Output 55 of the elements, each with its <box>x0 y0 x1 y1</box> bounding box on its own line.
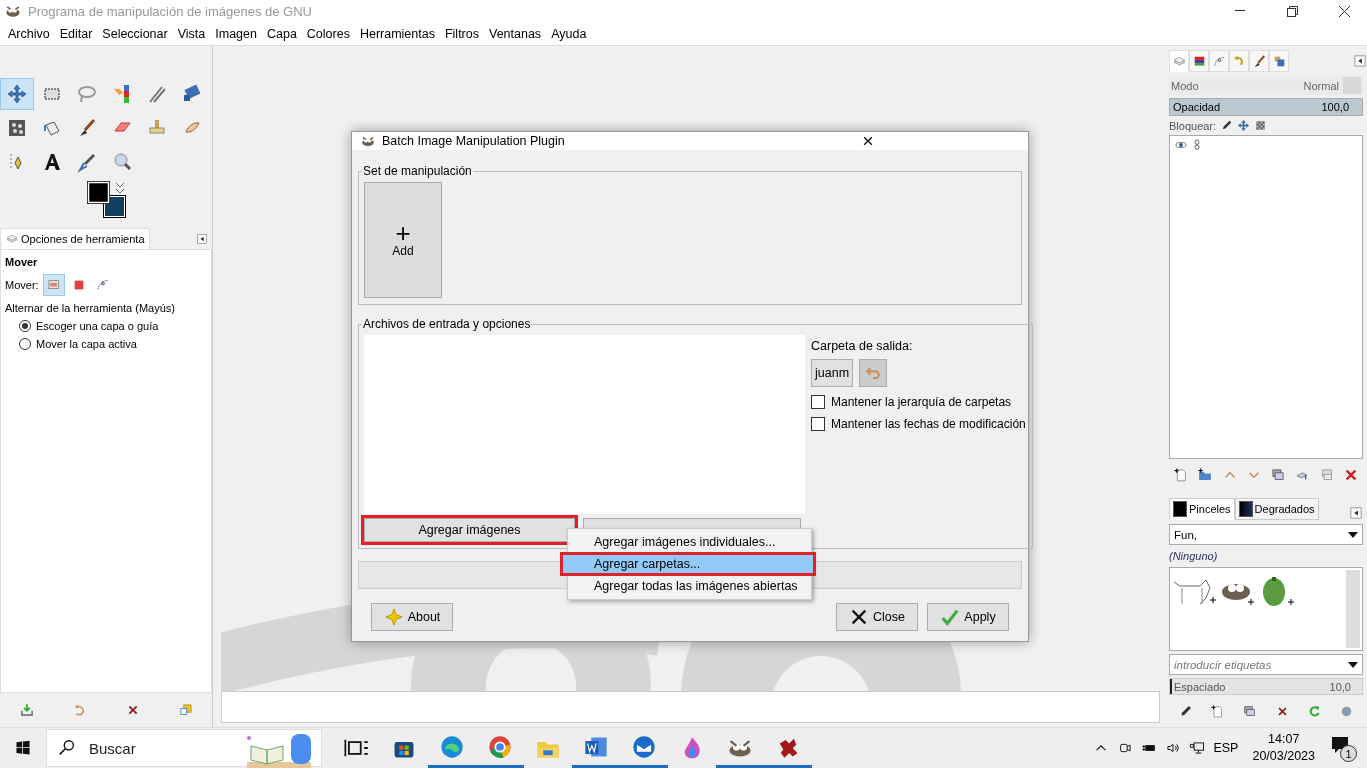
output-folder-button[interactable]: juanm <box>811 359 854 387</box>
search-field[interactable]: Buscar <box>46 729 322 767</box>
field-label: Carpeta de salida: <box>811 339 914 353</box>
radio-label: Escoger una capa o guía <box>36 320 159 332</box>
field-label: Modo <box>1171 79 1199 92</box>
tag-input-field[interactable]: introducir etiquetas <box>1169 654 1363 675</box>
group-label: Set de manipulación <box>362 164 473 178</box>
opacity-slider[interactable]: Opacidad 100,0 <box>1169 98 1363 116</box>
menu-item[interactable]: Archivo <box>3 26 55 41</box>
menu-item[interactable]: Filtros <box>439 26 484 41</box>
radio-label: Mover la capa activa <box>36 338 137 350</box>
about-button[interactable]: About <box>371 603 453 631</box>
mode-value: Normal <box>1303 79 1339 92</box>
dialog-title: Batch Image Manipulation Plugin <box>382 134 566 148</box>
slider-label: Opacidad <box>1172 101 1222 113</box>
checkbox-label: Mantener la jerarquía de carpetas <box>831 395 1012 409</box>
clock[interactable]: 14:07 20/03/2023 <box>1246 731 1321 765</box>
brush-name: (Ninguno) <box>1169 549 1219 564</box>
date: 20/03/2023 <box>1252 748 1315 765</box>
notification-count: 1 <box>1340 745 1357 762</box>
close-button[interactable]: Close <box>836 603 918 631</box>
options-title: Mover <box>5 256 39 268</box>
apply-button[interactable]: Apply <box>927 603 1009 631</box>
dock-tab[interactable]: Degradados <box>1234 498 1319 520</box>
language-indicator[interactable]: ESP <box>1213 741 1239 755</box>
menu-item[interactable]: Ventanas <box>484 26 547 41</box>
window-title: Programa de manipulación de imágenes de GNU <box>28 3 313 19</box>
spacing-slider[interactable]: Espaciado 10,0 <box>1169 678 1363 695</box>
notifications-button[interactable]: 1 <box>1329 734 1357 762</box>
tab-label: Opciones de herramienta <box>21 233 145 245</box>
field-label: Bloquear: <box>1169 119 1217 132</box>
menu-item[interactable]: Agregar carpetas... <box>562 554 814 574</box>
group-label: Archivos de entrada y opciones <box>362 317 532 331</box>
menu-item[interactable]: Imagen <box>210 26 262 41</box>
field-label: Mover: <box>5 279 39 291</box>
time: 14:07 <box>1268 731 1300 748</box>
menu-item[interactable]: Agregar todas las imágenes abiertas <box>568 576 811 596</box>
menu-item[interactable]: Vista <box>172 26 211 41</box>
menu-item[interactable]: Colores <box>301 26 355 41</box>
slider-value: 100,0 <box>1320 101 1350 113</box>
slider-value: 10,0 <box>1329 680 1351 693</box>
menu-item[interactable]: Ayuda <box>546 26 592 41</box>
mode-selector[interactable]: Modo Normal <box>1169 76 1363 95</box>
add-button[interactable]: + Add <box>364 182 442 298</box>
slider-label: Espaciado <box>1174 680 1226 693</box>
dock-tab[interactable]: Pinceles <box>1169 498 1235 520</box>
menu-item[interactable]: Editar <box>54 26 98 41</box>
tag-filter-dropdown[interactable]: Fun, <box>1169 524 1363 545</box>
checkbox-label: Mantener las fechas de modificación <box>831 417 1026 431</box>
section-label: Alternar de la herramienta (Mayús) <box>5 302 176 314</box>
menu-item[interactable]: Seleccionar <box>97 26 173 41</box>
panel-tab[interactable]: Opciones de herramienta <box>0 228 150 249</box>
menu-item[interactable]: Capa <box>261 26 302 41</box>
menu-item[interactable]: Herramientas <box>354 26 440 41</box>
add-images-button[interactable]: Agregar imágenes <box>364 518 575 542</box>
